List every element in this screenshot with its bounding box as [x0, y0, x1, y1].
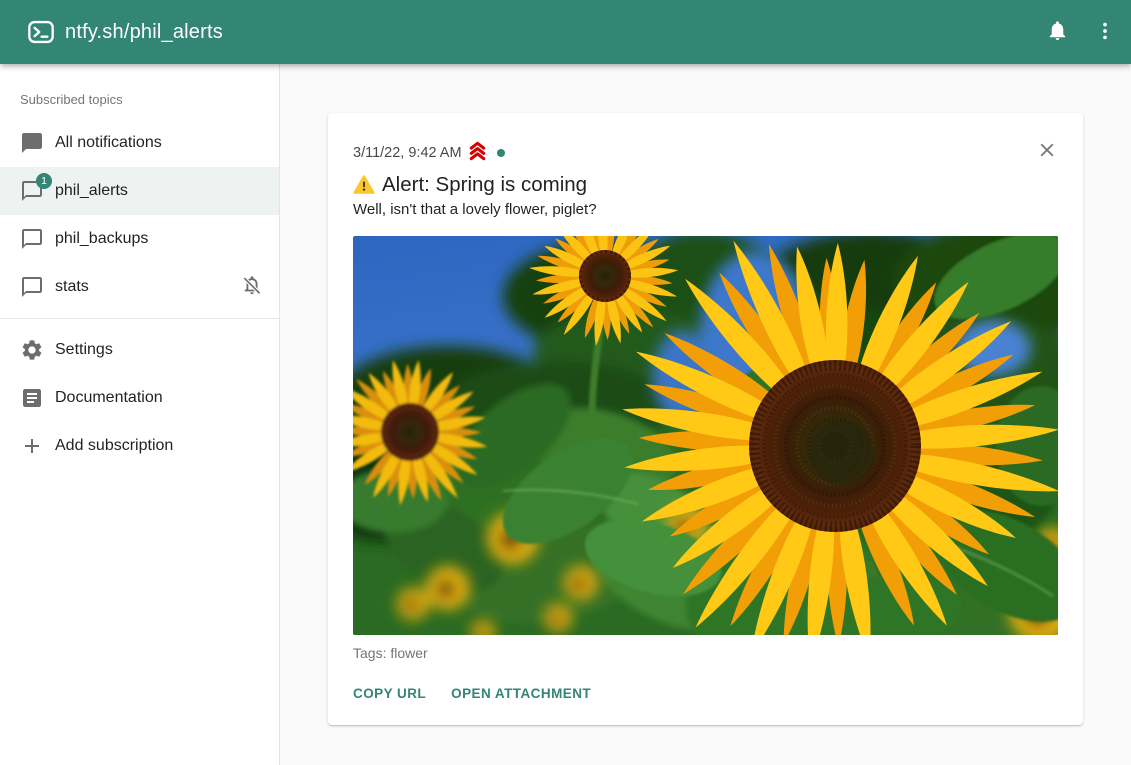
unread-dot-icon [497, 149, 505, 157]
sidebar-item-documentation[interactable]: Documentation [0, 374, 279, 422]
sidebar-item-label: Settings [55, 341, 113, 359]
sidebar-item-label: Documentation [55, 389, 163, 407]
overflow-menu-button[interactable] [1085, 12, 1125, 52]
copy-url-button[interactable]: COPY URL [353, 682, 426, 705]
tags-label: Tags: flower [353, 645, 1058, 661]
sidebar: Subscribed topics All notifications [0, 64, 280, 765]
sidebar-item-label: phil_alerts [55, 182, 128, 200]
ntfy-terminal-logo-icon [27, 18, 55, 46]
sidebar-item-label: Add subscription [55, 437, 173, 455]
chat-bubble-filled-icon [20, 131, 44, 155]
subscribed-topics-label: Subscribed topics [0, 78, 279, 119]
open-attachment-button[interactable]: OPEN ATTACHMENT [451, 682, 591, 705]
sidebar-item-label: All notifications [55, 134, 162, 152]
main-content: 3/11/22, 9:42 AM [280, 64, 1131, 765]
notification-card: 3/11/22, 9:42 AM [328, 113, 1083, 725]
article-icon [20, 386, 44, 410]
notification-title: Alert: Spring is coming [382, 173, 587, 197]
unread-count-badge: 1 [36, 173, 52, 189]
notification-meta: 3/11/22, 9:42 AM [353, 139, 1058, 166]
chat-bubble-outline-icon [20, 275, 44, 299]
appbar-actions [1037, 12, 1125, 52]
chat-bubble-outline-icon [20, 227, 44, 251]
sidebar-item-add-subscription[interactable]: Add subscription [0, 422, 279, 470]
sidebar-menu: Settings Documentation [0, 326, 279, 470]
app-bar: ntfy.sh/phil_alerts [0, 0, 1131, 64]
topic-list: All notifications 1 phil_alerts [0, 119, 279, 311]
notification-actions: COPY URL OPEN ATTACHMENT [353, 682, 1058, 705]
notification-timestamp: 3/11/22, 9:42 AM [353, 145, 462, 161]
sidebar-item-label: stats [55, 278, 89, 296]
bell-icon [1046, 19, 1069, 45]
kebab-menu-icon [1094, 20, 1116, 45]
gear-icon [20, 338, 44, 362]
priority-high-icon [466, 139, 489, 166]
sidebar-item-stats[interactable]: stats [0, 263, 279, 311]
sidebar-item-phil-backups[interactable]: phil_backups [0, 215, 279, 263]
sidebar-divider [0, 318, 279, 319]
notification-title-row: Alert: Spring is coming [353, 173, 1058, 197]
sunflower-photo [353, 236, 1058, 635]
close-icon [1036, 139, 1058, 164]
close-notification-button[interactable] [1033, 137, 1061, 165]
sidebar-item-settings[interactable]: Settings [0, 326, 279, 374]
app-title: ntfy.sh/phil_alerts [65, 21, 1037, 44]
notification-body: Well, isn't that a lovely flower, piglet… [353, 201, 1058, 218]
sidebar-item-all-notifications[interactable]: All notifications [0, 119, 279, 167]
notifications-off-icon [241, 274, 263, 301]
sidebar-item-phil-alerts[interactable]: 1 phil_alerts [0, 167, 279, 215]
warning-emoji-icon [353, 174, 375, 196]
notifications-bell-button[interactable] [1037, 12, 1077, 52]
attachment-image[interactable] [353, 236, 1058, 635]
app-root: ntfy.sh/phil_alerts Subscribed to [0, 0, 1131, 765]
sidebar-item-label: phil_backups [55, 230, 148, 248]
plus-icon [20, 434, 44, 458]
chat-bubble-outline-icon: 1 [20, 179, 44, 203]
